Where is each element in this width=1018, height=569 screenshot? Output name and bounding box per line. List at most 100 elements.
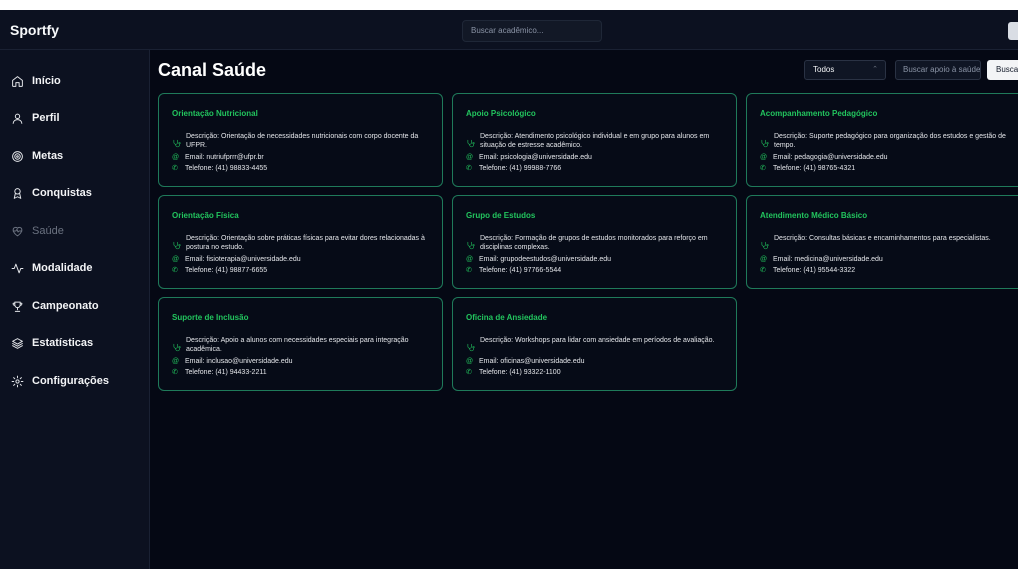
card-description: Descrição: Suporte pedagógico para organ… (774, 133, 1006, 149)
sidebar-item-label: Conquistas (32, 187, 92, 199)
card-title: Apoio Psicológico (466, 109, 536, 118)
card-phone-row: ✆ Telefone: (41) 98833-4455 (172, 164, 267, 173)
card-email[interactable]: Email: psicologia@universidade.edu (479, 154, 592, 161)
layers-icon (8, 334, 26, 352)
activity-icon (8, 259, 26, 277)
brand-logo[interactable]: Sportfy (10, 22, 59, 38)
card-title: Suporte de Inclusão (172, 313, 249, 322)
sidebar-item-campeonato[interactable]: Campeonato (8, 293, 144, 319)
card-phone-row: ✆ Telefone: (41) 95544-3322 (760, 266, 855, 275)
card-email-row: @ Email: fisioterapia@universidade.edu (172, 256, 301, 263)
card-description: Descrição: Apoio a alunos com necessidad… (186, 337, 409, 353)
card-description: Descrição: Workshops para lidar com ansi… (480, 337, 715, 344)
category-filter-select[interactable]: Todos ⌃ (804, 60, 886, 80)
card-description: Descrição: Consultas básicas e encaminha… (774, 235, 991, 242)
card-phone-row: ✆ Telefone: (41) 98877-6655 (172, 266, 267, 275)
sidebar-item-saude[interactable]: Saúde (8, 218, 144, 244)
service-card[interactable]: Suporte de Inclusão Descrição: Apoio a a… (158, 297, 443, 391)
phone-icon: ✆ (172, 267, 178, 274)
card-phone[interactable]: Telefone: (41) 99988-7766 (479, 165, 561, 172)
trophy-icon (8, 297, 26, 315)
card-phone-row: ✆ Telefone: (41) 97766-5544 (466, 266, 561, 275)
card-phone[interactable]: Telefone: (41) 98765-4321 (773, 165, 855, 172)
at-icon: @ (466, 358, 474, 365)
at-icon: @ (172, 154, 180, 161)
card-description: Descrição: Formação de grupos de estudos… (480, 235, 708, 251)
service-card[interactable]: Orientação Física Descrição: Orientação … (158, 195, 443, 289)
service-card[interactable]: Atendimento Médico Básico Descrição: Con… (746, 195, 1018, 289)
card-title: Atendimento Médico Básico (760, 211, 868, 220)
sidebar-item-configuracoes[interactable]: Configurações (8, 368, 144, 394)
user-menu-button[interactable] (1008, 22, 1018, 40)
card-description: Descrição: Atendimento psicológico indiv… (480, 133, 710, 149)
card-title: Orientação Nutricional (172, 109, 258, 118)
card-email-row: @ Email: nutriufprrr@ufpr.br (172, 154, 264, 161)
card-email[interactable]: Email: nutriufprrr@ufpr.br (185, 154, 264, 161)
sidebar-item-conquistas[interactable]: Conquistas (8, 180, 144, 206)
sidebar-item-inicio[interactable]: Início (8, 68, 144, 94)
service-card[interactable]: Apoio Psicológico Descrição: Atendimento… (452, 93, 737, 187)
card-phone[interactable]: Telefone: (41) 95544-3322 (773, 267, 855, 274)
card-title: Oficina de Ansiedade (466, 313, 548, 322)
sidebar-item-label: Configurações (32, 375, 110, 387)
service-card[interactable]: Oficina de Ansiedade Descrição: Workshop… (452, 297, 737, 391)
at-icon: @ (760, 154, 768, 161)
card-email-row: @ Email: medicina@universidade.edu (760, 256, 883, 263)
stethoscope-icon (173, 343, 181, 352)
sidebar-item-estatisticas[interactable]: Estatísticas (8, 330, 144, 356)
gear-icon (8, 372, 26, 390)
sidebar-item-metas[interactable]: Metas (8, 143, 144, 169)
card-email[interactable]: Email: grupodeestudos@universidade.edu (479, 256, 611, 263)
stethoscope-icon (761, 139, 769, 148)
sidebar-item-label: Estatísticas (32, 337, 94, 349)
at-icon: @ (466, 256, 474, 263)
service-card[interactable]: Orientação Nutricional Descrição: Orient… (158, 93, 443, 187)
card-email-row: @ Email: oficinas@universidade.edu (466, 358, 585, 365)
card-title: Orientação Física (172, 211, 239, 220)
card-phone[interactable]: Telefone: (41) 93322-1100 (479, 369, 561, 376)
at-icon: @ (172, 358, 180, 365)
academic-search-input[interactable]: Buscar acadêmico... (462, 20, 602, 42)
health-search-input[interactable]: Buscar apoio à saúde (895, 60, 981, 80)
at-icon: @ (466, 154, 474, 161)
phone-icon: ✆ (172, 369, 178, 376)
card-phone[interactable]: Telefone: (41) 98833-4455 (185, 165, 267, 172)
card-description: Descrição: Orientação de necessidades nu… (186, 133, 419, 149)
card-title: Grupo de Estudos (466, 211, 536, 220)
card-email[interactable]: Email: inclusao@universidade.edu (185, 358, 293, 365)
filter-selected-value: Todos (813, 65, 835, 74)
top-bar: Sportfy Buscar acadêmico... (0, 10, 1018, 50)
card-title: Acompanhamento Pedagógico (760, 109, 878, 118)
service-card[interactable]: Grupo de Estudos Descrição: Formação de … (452, 195, 737, 289)
stethoscope-icon (467, 139, 475, 148)
card-email[interactable]: Email: oficinas@universidade.edu (479, 358, 585, 365)
card-email-row: @ Email: pedagogia@universidade.edu (760, 154, 888, 161)
stethoscope-icon (467, 241, 475, 250)
card-email-row: @ Email: inclusao@universidade.edu (172, 358, 293, 365)
card-email[interactable]: Email: pedagogia@universidade.edu (773, 154, 888, 161)
card-phone-row: ✆ Telefone: (41) 93322-1100 (466, 368, 561, 377)
card-phone[interactable]: Telefone: (41) 98877-6655 (185, 267, 267, 274)
card-phone[interactable]: Telefone: (41) 97766-5544 (479, 267, 561, 274)
card-phone-row: ✆ Telefone: (41) 98765-4321 (760, 164, 855, 173)
phone-icon: ✆ (466, 165, 472, 172)
stethoscope-icon (173, 241, 181, 250)
sidebar-item-perfil[interactable]: Perfil (8, 105, 144, 131)
sidebar-item-label: Metas (32, 150, 64, 162)
card-email[interactable]: Email: fisioterapia@universidade.edu (185, 256, 301, 263)
card-email[interactable]: Email: medicina@universidade.edu (773, 256, 883, 263)
sidebar-item-label: Perfil (32, 112, 60, 124)
stethoscope-icon (173, 139, 181, 148)
stethoscope-icon (761, 241, 769, 250)
sidebar-item-modalidade[interactable]: Modalidade (8, 255, 144, 281)
sidebar-item-label: Início (32, 75, 61, 87)
service-card[interactable]: Acompanhamento Pedagógico Descrição: Sup… (746, 93, 1018, 187)
search-button[interactable]: Buscar (987, 60, 1018, 80)
chevron-updown-icon: ⌃ (872, 66, 878, 73)
phone-icon: ✆ (760, 165, 766, 172)
card-phone[interactable]: Telefone: (41) 94433-2211 (185, 369, 267, 376)
phone-icon: ✆ (172, 165, 178, 172)
target-icon (8, 147, 26, 165)
phone-icon: ✆ (466, 267, 472, 274)
page-title: Canal Saúde (158, 60, 267, 80)
